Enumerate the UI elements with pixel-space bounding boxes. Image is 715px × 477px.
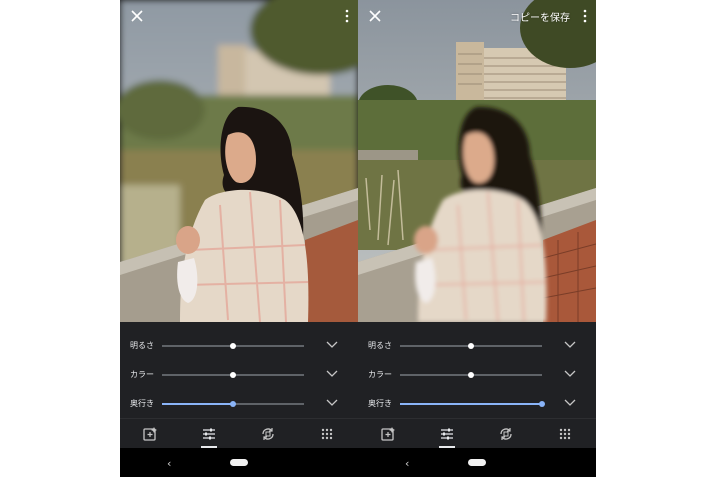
chevron-down-icon[interactable] <box>326 369 338 379</box>
chevron-down-icon[interactable] <box>326 398 338 408</box>
adjust-tune-icon[interactable] <box>439 426 455 442</box>
edited-photo: コピーを保存 <box>358 0 596 322</box>
save-copy-button[interactable]: コピーを保存 <box>510 9 570 24</box>
photo-editor-left: 明るさ カラー 奥行き ‹ <box>120 0 358 477</box>
more-vert-icon[interactable] <box>344 9 350 23</box>
brightness-slider[interactable] <box>400 343 542 349</box>
brightness-slider[interactable] <box>162 343 304 349</box>
edited-photo <box>120 0 358 322</box>
nav-back-icon[interactable]: ‹ <box>405 457 409 470</box>
color-slider[interactable] <box>162 372 304 378</box>
slider-thumb[interactable] <box>230 343 236 349</box>
adjust-label: 奥行き <box>368 399 392 408</box>
adjust-tune-icon[interactable] <box>201 426 217 442</box>
adjust-label: 奥行き <box>130 399 154 408</box>
suggestions-icon[interactable] <box>142 426 158 442</box>
filters-grid-icon[interactable] <box>557 426 573 442</box>
adjust-row-depth: 奥行き <box>120 394 358 414</box>
filters-grid-icon[interactable] <box>319 426 335 442</box>
close-icon[interactable] <box>367 8 383 24</box>
slider-fill <box>162 403 233 405</box>
photo-portrait-sharp-background <box>358 0 596 322</box>
chevron-down-icon[interactable] <box>326 340 338 350</box>
slider-thumb[interactable] <box>468 372 474 378</box>
nav-back-icon[interactable]: ‹ <box>167 457 171 470</box>
editor-tab-bar <box>120 418 358 448</box>
adjust-label: 明るさ <box>130 341 154 350</box>
depth-slider[interactable] <box>400 401 545 407</box>
editor-tab-bar <box>358 418 596 448</box>
slider-fill <box>400 403 542 405</box>
system-nav-bar: ‹ <box>120 448 358 477</box>
color-slider[interactable] <box>400 372 542 378</box>
depth-slider[interactable] <box>162 401 304 407</box>
nav-home-pill-icon[interactable] <box>230 459 248 466</box>
nav-home-pill-icon[interactable] <box>468 459 486 466</box>
crop-rotate-icon[interactable] <box>498 426 514 442</box>
adjust-row-depth: 奥行き <box>358 394 596 414</box>
adjust-row-color: カラー <box>358 365 596 385</box>
slider-thumb[interactable] <box>230 372 236 378</box>
crop-rotate-icon[interactable] <box>260 426 276 442</box>
adjust-panel: 明るさ カラー 奥行き <box>358 322 596 418</box>
chevron-down-icon[interactable] <box>564 369 576 379</box>
more-vert-icon[interactable] <box>582 9 588 23</box>
slider-thumb[interactable] <box>468 343 474 349</box>
photo-editor-right: コピーを保存 明るさ カラー 奥行き ‹ <box>358 0 596 477</box>
adjust-row-brightness: 明るさ <box>358 336 596 356</box>
chevron-down-icon[interactable] <box>564 340 576 350</box>
system-nav-bar: ‹ <box>358 448 596 477</box>
photo-portrait-blurred <box>120 0 358 322</box>
slider-thumb[interactable] <box>230 401 236 407</box>
adjust-row-brightness: 明るさ <box>120 336 358 356</box>
adjust-label: 明るさ <box>368 341 392 350</box>
adjust-panel: 明るさ カラー 奥行き <box>120 322 358 418</box>
slider-thumb[interactable] <box>539 401 545 407</box>
suggestions-icon[interactable] <box>380 426 396 442</box>
close-icon[interactable] <box>129 8 145 24</box>
adjust-label: カラー <box>130 370 154 379</box>
adjust-row-color: カラー <box>120 365 358 385</box>
adjust-label: カラー <box>368 370 392 379</box>
chevron-down-icon[interactable] <box>564 398 576 408</box>
